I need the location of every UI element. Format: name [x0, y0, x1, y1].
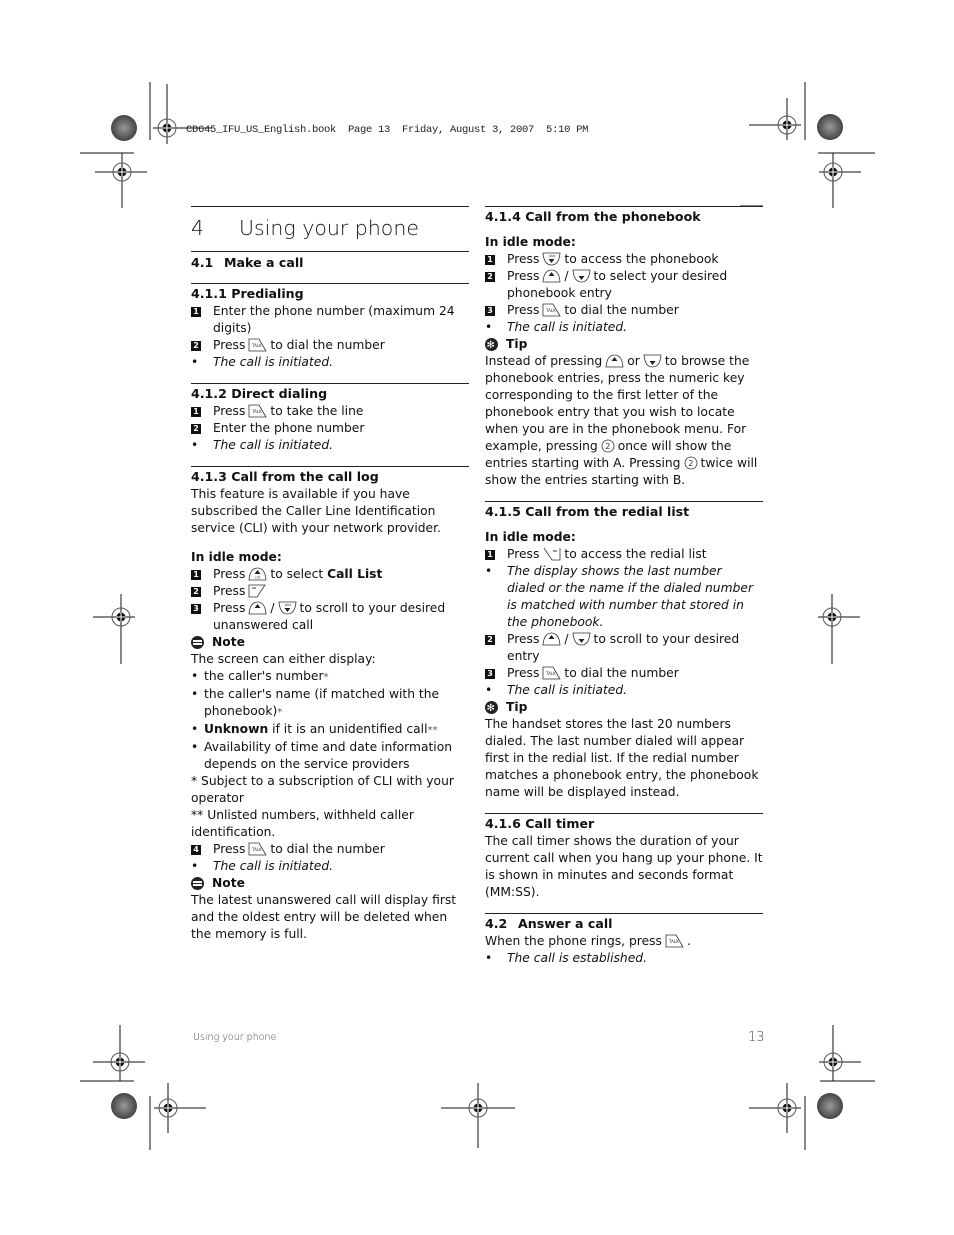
talk-key-icon: TALK	[248, 404, 268, 418]
note-icon	[191, 877, 204, 890]
right-softkey-icon	[544, 547, 561, 561]
step-2: 2 Press TALK to dial the number	[191, 337, 469, 354]
svg-text:2: 2	[605, 442, 610, 451]
print-marks	[80, 82, 875, 1150]
footnote-1: * Subject to a subscription of CLI with …	[191, 774, 454, 805]
svg-text:TALK: TALK	[251, 847, 262, 852]
svg-text:TALK: TALK	[545, 308, 556, 313]
footnote-2: ** Unlisted numbers, withheld caller ide…	[191, 808, 414, 839]
up-cid-key-icon	[542, 632, 561, 646]
svg-text:TALK: TALK	[668, 939, 679, 944]
down-phonebook-key-icon	[572, 632, 590, 646]
svg-text:pbk: pbk	[549, 254, 556, 258]
heading-redial: 4.1.5 Call from the redial list	[485, 504, 690, 519]
heading-call-timer: 4.1.6 Call timer	[485, 816, 595, 831]
down-phonebook-key-icon	[643, 354, 662, 368]
talk-key-icon: TALK	[665, 934, 684, 948]
talk-key-icon: TALK	[542, 303, 562, 317]
up-cid-key-icon	[542, 269, 561, 283]
heading-phonebook: 4.1.4 Call from the phonebook	[485, 209, 701, 224]
chapter-title: 4 Using your phone	[191, 216, 419, 240]
key-2-icon: 2	[601, 439, 615, 453]
svg-text:2: 2	[688, 459, 693, 468]
page-number: 13	[748, 1030, 765, 1045]
section-heading-4-1: 4.1 Make a call	[191, 255, 304, 270]
result-note: • The call is initiated.	[191, 355, 334, 369]
footer-section-name: Using your phone	[193, 1032, 277, 1043]
up-cid-key-icon	[248, 601, 267, 615]
tip-icon	[485, 700, 498, 717]
svg-text:cid: cid	[255, 576, 260, 580]
tip-icon	[485, 337, 498, 354]
heading-direct-dialing: 4.1.2 Direct dialing	[191, 386, 328, 401]
up-cid-key-icon: cid	[248, 567, 267, 581]
note-heading: Note	[191, 634, 469, 651]
note-icon	[191, 636, 204, 649]
step-1: 1 Enter the phone number (maximum 24 digi…	[191, 303, 469, 337]
right-column: 4.1.4 Call from the phonebook In idle mo…	[485, 206, 763, 967]
heading-predialing: 4.1.1 Predialing	[191, 286, 304, 301]
svg-text:pbk: pbk	[285, 603, 292, 607]
left-softkey-icon	[248, 584, 267, 598]
left-column: 4 Using your phone 4.1 Make a call 4.1.1…	[191, 206, 469, 943]
down-phonebook-key-icon: pbk	[542, 252, 561, 266]
talk-key-icon: TALK	[248, 842, 268, 856]
up-cid-key-icon	[605, 354, 624, 368]
color-wheel-mark	[111, 115, 137, 141]
down-phonebook-key-icon	[572, 269, 590, 283]
talk-key-icon: TALK	[248, 338, 268, 352]
print-header: CD645_IFU_US_English.book Page 13 Friday…	[186, 124, 589, 136]
svg-text:TALK: TALK	[545, 671, 556, 676]
heading-call-log: 4.1.3 Call from the call log	[191, 469, 379, 484]
down-phonebook-key-icon: pbk	[278, 601, 296, 615]
svg-text:TALK: TALK	[251, 343, 262, 348]
heading-answer-call: 4.2 Answer a call	[485, 916, 613, 931]
talk-key-icon: TALK	[542, 666, 562, 680]
tip-text: Instead of pressing or to browse the phone…	[485, 354, 758, 487]
svg-text:TALK: TALK	[251, 409, 262, 414]
key-2-icon: 2	[684, 456, 697, 470]
